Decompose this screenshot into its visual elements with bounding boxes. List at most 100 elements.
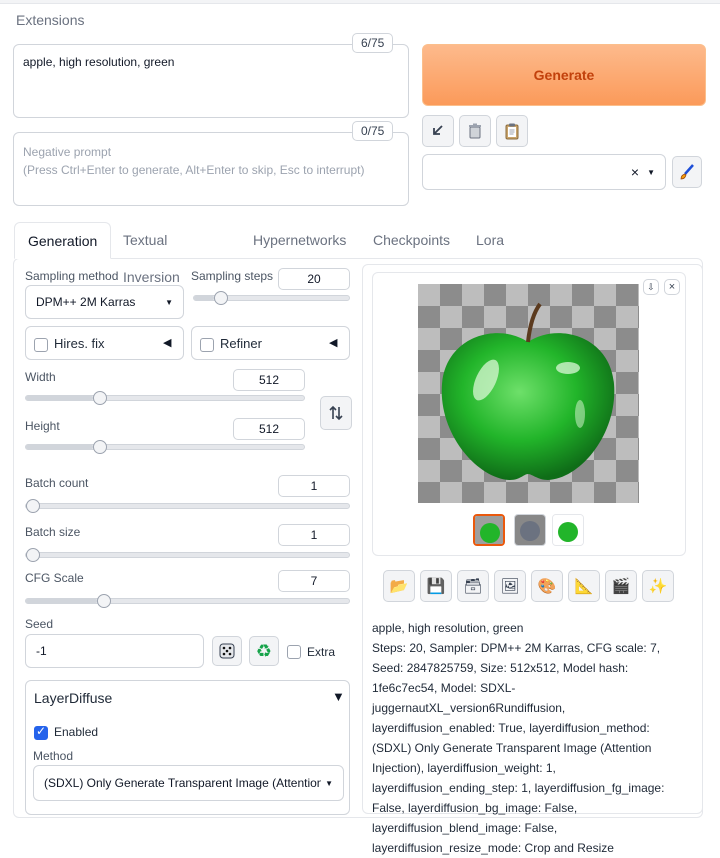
palette-icon: 🎨 — [537, 578, 557, 595]
archive-icon: 🗃 — [463, 578, 483, 595]
swap-dimensions-button[interactable] — [320, 396, 352, 430]
tab-lora[interactable]: Lora — [463, 222, 517, 259]
layerdiffuse-method-dropdown[interactable]: (SDXL) Only Generate Transparent Image (… — [33, 765, 344, 801]
save-button[interactable]: 💾 — [420, 570, 452, 602]
clipboard-icon — [505, 123, 519, 140]
slider-thumb[interactable] — [97, 594, 112, 608]
info-params: Steps: 20, Sampler: DPM++ 2M Karras, CFG… — [372, 641, 665, 855]
dice-icon — [219, 643, 235, 659]
triangle-ruler-icon: 📐 — [574, 578, 594, 595]
apple-thumb-image — [515, 515, 545, 545]
paintbrush-icon — [680, 164, 694, 180]
send-to-inpaint-button[interactable]: 🎨 — [531, 570, 563, 602]
recycle-icon: ♻ — [255, 641, 273, 661]
hires-fix-label: Hires. fix — [54, 336, 105, 351]
layerdiffuse-enabled-checkbox[interactable] — [34, 724, 48, 740]
layerdiffuse-enabled-label: Enabled — [54, 725, 99, 739]
slider-fill — [26, 599, 98, 603]
sparkles-icon: ✨ — [648, 578, 668, 595]
generate-label: Generate — [533, 67, 595, 83]
seed-value: -1 — [36, 644, 47, 658]
apple-thumb-image — [553, 515, 583, 545]
width-slider[interactable] — [25, 391, 305, 405]
close-icon[interactable]: × — [664, 279, 680, 295]
green-apple-image — [441, 302, 615, 480]
styles-dropdown[interactable]: × ▼ — [422, 154, 666, 190]
collapse-left-icon: ◀ — [329, 337, 338, 349]
clear-styles-icon[interactable]: × — [631, 164, 639, 180]
chevron-down-icon: ▼ — [325, 778, 333, 788]
folder-icon: 📂 — [389, 578, 409, 595]
extra-seed-checkbox[interactable] — [287, 645, 301, 659]
send-to-img2img-button[interactable]: 🖼 — [494, 570, 526, 602]
sparkle-button[interactable]: ✨ — [642, 570, 674, 602]
layerdiffuse-title[interactable]: LayerDiffuse — [34, 690, 112, 706]
download-icon[interactable]: ⇩ — [643, 279, 659, 295]
cfg-scale-label: CFG Scale — [25, 571, 84, 585]
refiner-label: Refiner — [220, 336, 262, 351]
batch-count-input[interactable]: 1 — [278, 475, 350, 497]
batch-size-label: Batch size — [25, 525, 81, 539]
slider-thumb[interactable] — [26, 499, 40, 513]
sampling-steps-input[interactable]: 20 — [278, 268, 350, 290]
slider-thumb[interactable] — [214, 291, 229, 305]
open-folder-button[interactable]: 📂 — [383, 570, 415, 602]
layerdiffuse-accordion: LayerDiffuse ▼ Enabled Method (SDXL) Onl… — [25, 680, 350, 815]
arrow-down-left-icon — [433, 125, 443, 135]
clear-prompt-button[interactable] — [459, 115, 491, 147]
sampling-method-label: Sampling method — [25, 269, 119, 283]
negative-prompt-token-counter: 0/75 — [352, 121, 394, 141]
create-video-button[interactable]: 🎬 — [605, 570, 637, 602]
layerdiffuse-method-value: (SDXL) Only Generate Transparent Image (… — [44, 776, 322, 790]
output-image[interactable] — [418, 284, 639, 503]
generation-info: apple, high resolution, green Steps: 20,… — [372, 618, 690, 858]
seed-input[interactable]: -1 — [25, 634, 204, 668]
cfg-scale-slider[interactable] — [25, 594, 350, 608]
slider-thumb[interactable] — [26, 548, 40, 562]
batch-count-label: Batch count — [25, 476, 89, 490]
batch-size-input[interactable]: 1 — [278, 524, 350, 546]
tab-extensions[interactable]: Extensions — [16, 12, 84, 28]
chevron-down-icon: ▼ — [165, 297, 173, 307]
info-prompt: apple, high resolution, green — [372, 621, 524, 635]
height-input[interactable]: 512 — [233, 418, 305, 440]
height-slider[interactable] — [25, 440, 305, 454]
gallery-thumb[interactable] — [552, 514, 584, 546]
slider-fill — [26, 396, 93, 400]
gallery-thumb[interactable] — [473, 514, 505, 546]
edit-styles-button[interactable] — [672, 156, 702, 188]
apple-thumb-image — [475, 516, 503, 544]
tab-textual-inversion[interactable]: Textual Inversion — [110, 222, 193, 285]
collapse-down-icon[interactable]: ▼ — [332, 689, 345, 704]
seed-label: Seed — [25, 617, 54, 631]
prompt-input[interactable] — [13, 44, 409, 118]
cfg-scale-input[interactable]: 7 — [278, 570, 350, 592]
tab-checkpoints[interactable]: Checkpoints — [360, 222, 463, 259]
slider-fill — [26, 445, 93, 449]
sampling-method-dropdown[interactable]: DPM++ 2M Karras ▼ — [25, 285, 184, 319]
swap-vertical-icon — [329, 405, 343, 421]
width-input[interactable]: 512 — [233, 369, 305, 391]
send-to-extras-button[interactable]: 📐 — [568, 570, 600, 602]
read-params-button[interactable] — [422, 115, 454, 147]
refiner-checkbox[interactable] — [200, 338, 214, 352]
top-tab-strip — [0, 0, 720, 4]
sampling-steps-slider[interactable] — [193, 291, 350, 305]
batch-count-slider[interactable] — [25, 499, 350, 513]
tab-hypernetworks[interactable]: Hypernetworks — [240, 222, 359, 259]
batch-size-slider[interactable] — [25, 548, 350, 562]
random-seed-button[interactable] — [212, 636, 242, 666]
width-label: Width — [25, 370, 56, 384]
apply-styles-button[interactable] — [496, 115, 528, 147]
negative-prompt-input[interactable] — [13, 132, 409, 206]
tab-generation[interactable]: Generation — [14, 222, 112, 259]
slider-thumb[interactable] — [92, 391, 107, 405]
refiner-accordion[interactable]: Refiner ◀ — [191, 326, 350, 360]
zip-button[interactable]: 🗃 — [457, 570, 489, 602]
hires-fix-accordion[interactable]: Hires. fix ◀ — [25, 326, 184, 360]
generate-button[interactable]: Generate — [422, 44, 706, 106]
reuse-seed-button[interactable]: ♻ — [249, 636, 279, 666]
slider-thumb[interactable] — [92, 440, 107, 454]
gallery-thumb[interactable] — [514, 514, 546, 546]
hires-fix-checkbox[interactable] — [34, 338, 48, 352]
